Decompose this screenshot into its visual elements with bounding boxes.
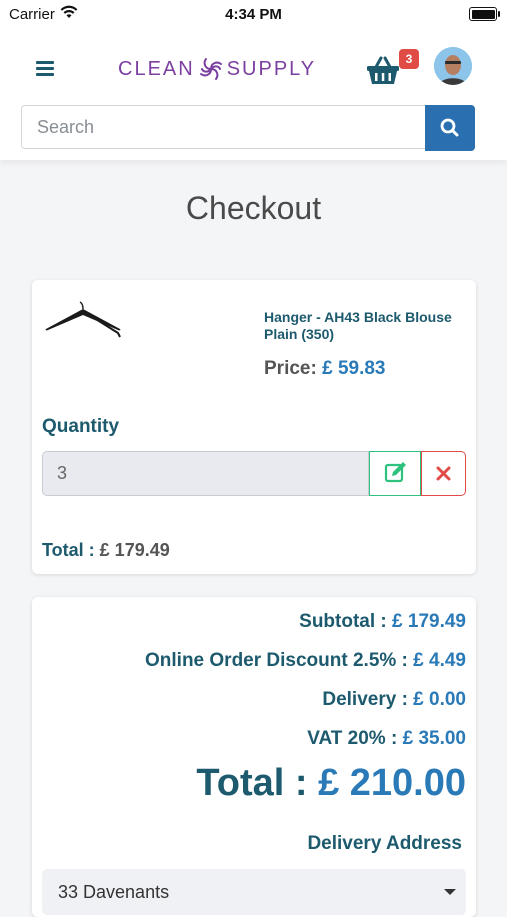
delivery-row: Delivery : £ 0.00	[322, 689, 466, 711]
quantity-field[interactable]: 3	[42, 451, 369, 496]
order-summary-card: Subtotal : £ 179.49 Online Order Discoun…	[32, 597, 476, 917]
price-label: Price:	[264, 358, 317, 379]
vat-label: VAT 20% :	[307, 728, 398, 749]
subtotal-row: Subtotal : £ 179.49	[299, 611, 466, 633]
app-header: CLEAN SUPPLY 3	[0, 30, 507, 160]
caret-down-icon	[444, 889, 456, 895]
remove-item-button[interactable]	[421, 451, 466, 496]
avatar-image	[434, 47, 472, 85]
discount-row: Online Order Discount 2.5% : £ 4.49	[145, 650, 466, 672]
line-total-label: Total :	[42, 540, 95, 560]
delivery-address-value: 33 Davenants	[58, 882, 170, 902]
edit-icon	[384, 462, 406, 483]
vat-row: VAT 20% : £ 35.00	[307, 728, 466, 750]
grand-total-value: £ 210.00	[318, 762, 466, 804]
grand-total-label: Total :	[196, 762, 308, 804]
close-icon	[436, 466, 451, 481]
product-name[interactable]: Hanger - AH43 Black Blouse Plain (350)	[264, 309, 464, 343]
price-value: £ 59.83	[322, 358, 386, 379]
discount-value: £ 4.49	[413, 650, 466, 671]
cart-item-card: Hanger - AH43 Black Blouse Plain (350) P…	[32, 280, 476, 574]
delivery-address-select[interactable]: 33 Davenants	[42, 869, 466, 915]
quantity-label: Quantity	[42, 416, 120, 437]
delivery-label: Delivery :	[322, 689, 408, 710]
grand-total: Total : £ 210.00	[196, 762, 466, 805]
subtotal-label: Subtotal :	[299, 611, 387, 632]
logo[interactable]: CLEAN SUPPLY	[118, 54, 316, 84]
search-button[interactable]	[425, 105, 475, 151]
menu-icon[interactable]	[36, 61, 54, 77]
delivery-value: £ 0.00	[413, 689, 466, 710]
delivery-address-label: Delivery Address	[307, 833, 462, 854]
edit-quantity-button[interactable]	[369, 451, 421, 496]
search-icon	[440, 118, 459, 137]
line-total: Total : £ 179.49	[42, 540, 170, 561]
subtotal-value: £ 179.49	[392, 611, 466, 632]
hanger-image	[45, 301, 121, 338]
discount-label: Online Order Discount 2.5% :	[145, 650, 408, 671]
logo-text-left: CLEAN	[118, 57, 195, 80]
page-title: Checkout	[185, 190, 322, 226]
logo-text-right: SUPPLY	[226, 57, 317, 80]
vat-value: £ 35.00	[402, 728, 466, 749]
cart-count-badge: 3	[399, 49, 419, 69]
basket-icon[interactable]	[366, 54, 400, 86]
line-total-value: £ 179.49	[99, 540, 170, 560]
avatar[interactable]	[434, 47, 472, 85]
battery-icon	[469, 7, 500, 21]
search-input[interactable]	[21, 105, 425, 149]
clock: 4:34 PM	[225, 6, 282, 23]
swirl-icon	[199, 58, 222, 80]
product-price: Price: £ 59.83	[264, 358, 386, 380]
status-bar: Carrier 4:34 PM	[0, 0, 507, 30]
